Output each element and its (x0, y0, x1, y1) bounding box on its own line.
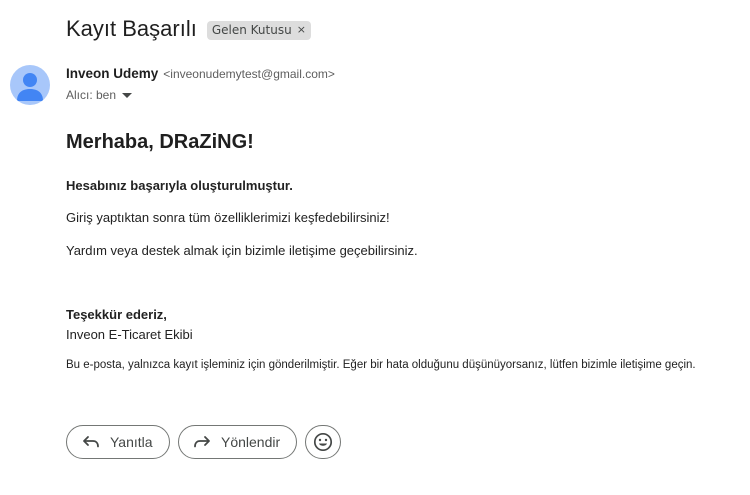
body-line-support: Yardım veya destek almak için bizimle il… (66, 243, 418, 258)
reply-label: Yanıtla (110, 434, 153, 450)
inbox-label-text: Gelen Kutusu (211, 22, 292, 37)
person-icon (17, 73, 43, 101)
forward-icon (193, 434, 211, 450)
sender-row: Inveon Udemy <inveonudemytest@gmail.com> (66, 66, 335, 81)
email-greeting: Merhaba, DRaZiNG! (66, 131, 254, 153)
forward-button[interactable]: Yönlendir (178, 425, 297, 459)
emoji-icon (313, 432, 333, 452)
reply-icon (82, 434, 100, 450)
body-team-signature: Inveon E-Ticaret Ekibi (66, 327, 193, 342)
body-thanks: Teşekkür ederiz, (66, 307, 167, 322)
subject-row: Kayıt Başarılı Gelen Kutusu × (66, 16, 311, 42)
chevron-down-icon[interactable] (122, 88, 133, 102)
body-disclaimer: Bu e-posta, yalnızca kayıt işleminiz içi… (66, 359, 696, 371)
recipient-details-toggle[interactable]: Alıcı: ben (66, 88, 133, 102)
inbox-label-chip[interactable]: Gelen Kutusu × (206, 20, 311, 40)
forward-label: Yönlendir (221, 434, 281, 450)
recipient-text: Alıcı: ben (66, 88, 117, 102)
avatar[interactable] (10, 65, 50, 105)
sender-email: <inveonudemytest@gmail.com> (163, 67, 335, 81)
sender-name[interactable]: Inveon Udemy (66, 66, 158, 81)
remove-label-button[interactable]: × (297, 23, 306, 36)
emoji-reaction-button[interactable] (305, 425, 341, 459)
reply-button[interactable]: Yanıtla (66, 425, 170, 459)
body-line-account-created: Hesabınız başarıyla oluşturulmuştur. (66, 178, 293, 193)
email-subject: Kayıt Başarılı (66, 16, 197, 41)
body-line-explore: Giriş yaptıktan sonra tüm özelliklerimiz… (66, 210, 390, 225)
